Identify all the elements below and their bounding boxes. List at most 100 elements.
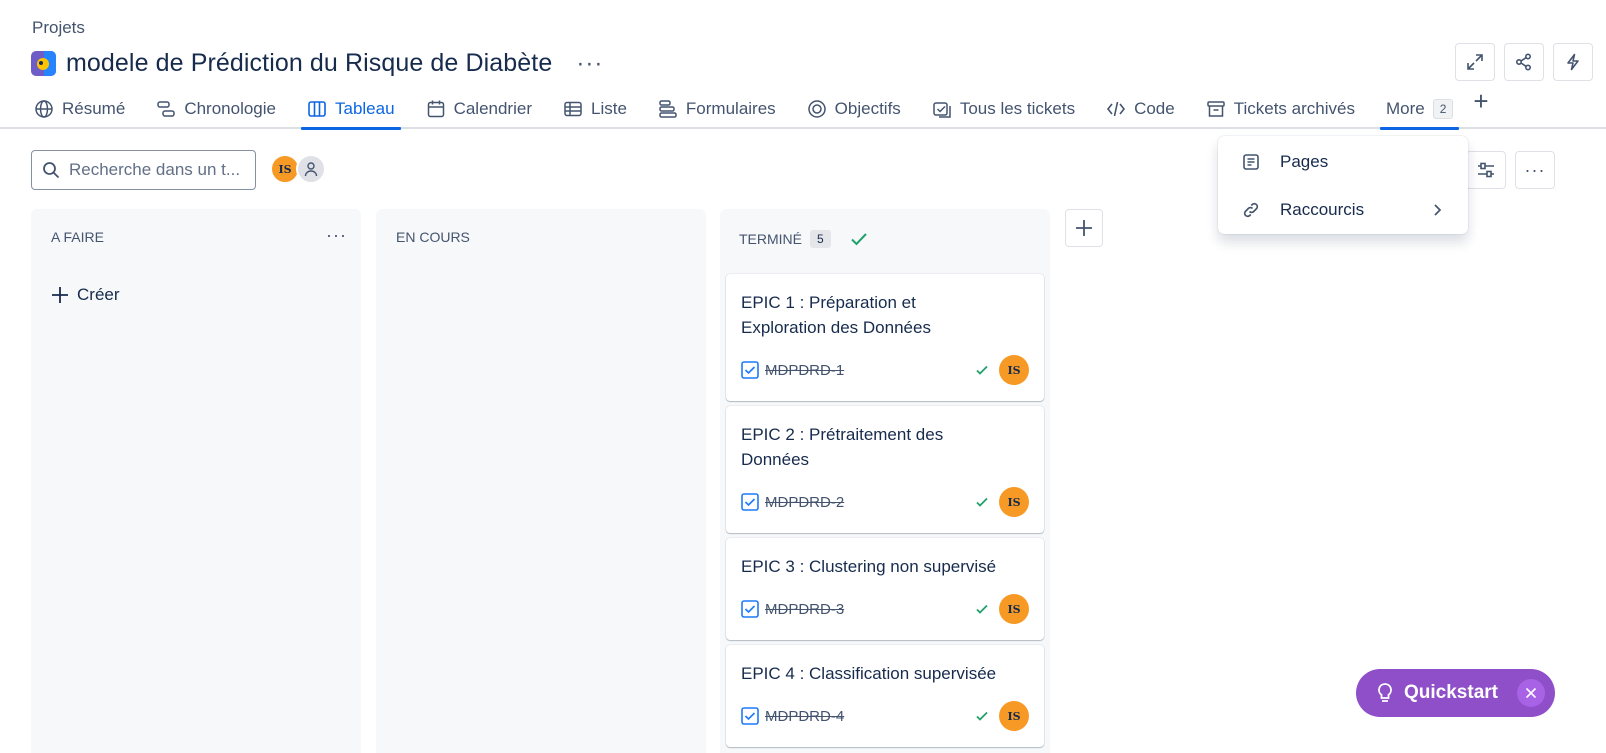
tab-formulaires[interactable]: Formulaires bbox=[656, 92, 778, 126]
issue-card[interactable]: EPIC 1 : Préparation et Exploration des … bbox=[726, 274, 1044, 401]
board-search bbox=[31, 150, 256, 190]
column-header: EN COURS bbox=[396, 229, 470, 245]
tab-tableau[interactable]: Tableau bbox=[301, 92, 401, 130]
tab-more[interactable]: More 2 bbox=[1379, 92, 1460, 130]
menu-item-label: Raccourcis bbox=[1280, 200, 1365, 219]
issue-key: MDPDRD-4 bbox=[765, 707, 845, 725]
fullscreen-button[interactable] bbox=[1455, 43, 1495, 81]
project-avatar-icon bbox=[31, 51, 56, 76]
card-assignee-avatar[interactable]: IS bbox=[999, 701, 1029, 731]
link-icon bbox=[1243, 202, 1259, 218]
timeline-icon bbox=[157, 101, 176, 117]
done-check-icon bbox=[976, 711, 988, 721]
menu-item-label: Pages bbox=[1280, 152, 1329, 171]
assignee-filter: IS bbox=[270, 154, 326, 184]
card-footer: MDPDRD-3 IS bbox=[741, 594, 1029, 624]
card-assignee-avatar[interactable]: IS bbox=[999, 355, 1029, 385]
done-check-icon bbox=[850, 233, 867, 246]
column-count: 5 bbox=[810, 230, 831, 248]
expand-icon bbox=[1467, 54, 1483, 70]
tab-label: Code bbox=[1134, 99, 1175, 118]
quickstart-label: Quickstart bbox=[1404, 682, 1498, 703]
more-tabs-menu: Pages Raccourcis bbox=[1218, 136, 1468, 234]
page-icon bbox=[1243, 154, 1259, 170]
card-footer: MDPDRD-1 IS bbox=[741, 355, 1029, 385]
board-icon bbox=[308, 101, 326, 117]
breadcrumb[interactable]: Projets bbox=[32, 18, 85, 38]
card-assignee-avatar[interactable]: IS bbox=[999, 487, 1029, 517]
issue-key: MDPDRD-1 bbox=[765, 361, 845, 379]
tab-tous-les-tickets[interactable]: Tous les tickets bbox=[930, 92, 1077, 126]
tab-code[interactable]: Code bbox=[1104, 92, 1177, 126]
person-icon bbox=[304, 162, 318, 177]
page-title: modele de Prédiction du Risque de Diabèt… bbox=[66, 49, 553, 77]
card-title: EPIC 1 : Préparation et Exploration des … bbox=[741, 293, 931, 337]
search-input[interactable] bbox=[69, 160, 239, 180]
calendar-icon bbox=[427, 100, 444, 118]
tab-liste[interactable]: Liste bbox=[561, 92, 629, 126]
tab-tickets-archives[interactable]: Tickets archivés bbox=[1204, 92, 1357, 126]
task-checkbox-icon bbox=[741, 493, 759, 511]
tab-calendrier[interactable]: Calendrier bbox=[424, 92, 534, 126]
plus-icon bbox=[1076, 220, 1092, 236]
target-icon bbox=[807, 100, 826, 118]
column-a-faire: A FAIRE ··· Créer bbox=[31, 209, 361, 753]
quickstart-button[interactable]: Quickstart bbox=[1356, 669, 1555, 717]
tab-label: Résumé bbox=[62, 99, 126, 118]
tab-label: Chronologie bbox=[184, 99, 276, 118]
automation-button[interactable] bbox=[1553, 43, 1593, 81]
create-label: Créer bbox=[77, 285, 120, 304]
project-header: modele de Prédiction du Risque de Diabèt… bbox=[31, 49, 603, 78]
board-more-button[interactable]: ··· bbox=[1515, 151, 1555, 189]
column-more-button[interactable]: ··· bbox=[326, 225, 347, 246]
tab-chronologie[interactable]: Chronologie bbox=[154, 92, 278, 126]
tab-resume[interactable]: Résumé bbox=[32, 92, 127, 126]
plus-icon bbox=[52, 287, 68, 303]
menu-item-pages[interactable]: Pages bbox=[1218, 140, 1468, 184]
tab-more-count: 2 bbox=[1432, 99, 1454, 119]
unassigned-avatar[interactable] bbox=[296, 154, 326, 184]
issue-key: MDPDRD-2 bbox=[765, 493, 845, 511]
task-checkbox-icon bbox=[741, 600, 759, 618]
lightbulb-icon bbox=[1378, 683, 1392, 702]
view-settings-button[interactable] bbox=[1466, 151, 1506, 189]
card-footer: MDPDRD-2 IS bbox=[741, 487, 1029, 517]
create-issue-button[interactable]: Créer bbox=[51, 285, 120, 305]
sliders-icon bbox=[1478, 162, 1494, 178]
archive-icon bbox=[1206, 101, 1225, 117]
tab-label: Objectifs bbox=[834, 99, 901, 118]
share-icon bbox=[1515, 53, 1532, 71]
lightning-icon bbox=[1567, 53, 1579, 71]
done-check-icon bbox=[976, 604, 988, 614]
list-icon bbox=[564, 101, 582, 117]
column-title: EN COURS bbox=[396, 229, 470, 245]
card-assignee-avatar[interactable]: IS bbox=[999, 594, 1029, 624]
issue-key: MDPDRD-3 bbox=[765, 600, 845, 618]
card-title: EPIC 2 : Prétraitement des Données bbox=[741, 425, 944, 469]
add-tab-button[interactable]: + bbox=[1473, 86, 1488, 117]
issue-card[interactable]: EPIC 2 : Prétraitement des Données MDPDR… bbox=[726, 406, 1044, 533]
tab-label: Tableau bbox=[335, 99, 395, 118]
column-title: TERMINÉ bbox=[739, 231, 802, 247]
tab-label: Formulaires bbox=[685, 99, 776, 118]
top-actions bbox=[1455, 43, 1593, 81]
code-icon bbox=[1107, 101, 1126, 117]
add-column-button[interactable] bbox=[1065, 209, 1103, 247]
quickstart-close-button[interactable] bbox=[1517, 679, 1545, 707]
share-button[interactable] bbox=[1504, 43, 1544, 81]
project-more-button[interactable]: ··· bbox=[576, 50, 603, 78]
task-checkbox-icon bbox=[741, 707, 759, 725]
tab-label: Tous les tickets bbox=[959, 99, 1076, 118]
tab-label: Liste bbox=[591, 99, 627, 118]
issue-card[interactable]: EPIC 3 : Clustering non supervisé MDPDRD… bbox=[726, 538, 1044, 640]
tab-label: Tickets archivés bbox=[1233, 99, 1355, 118]
issue-card[interactable]: EPIC 4 : Classification supervisée MDPDR… bbox=[726, 645, 1044, 747]
menu-item-raccourcis[interactable]: Raccourcis bbox=[1218, 188, 1468, 232]
search-icon bbox=[43, 162, 60, 179]
close-icon bbox=[1525, 687, 1537, 699]
column-header: TERMINÉ 5 bbox=[739, 229, 869, 249]
column-header: A FAIRE bbox=[51, 229, 104, 245]
column-title: A FAIRE bbox=[51, 229, 104, 245]
tab-label: Calendrier bbox=[453, 99, 532, 118]
tab-objectifs[interactable]: Objectifs bbox=[805, 92, 903, 126]
